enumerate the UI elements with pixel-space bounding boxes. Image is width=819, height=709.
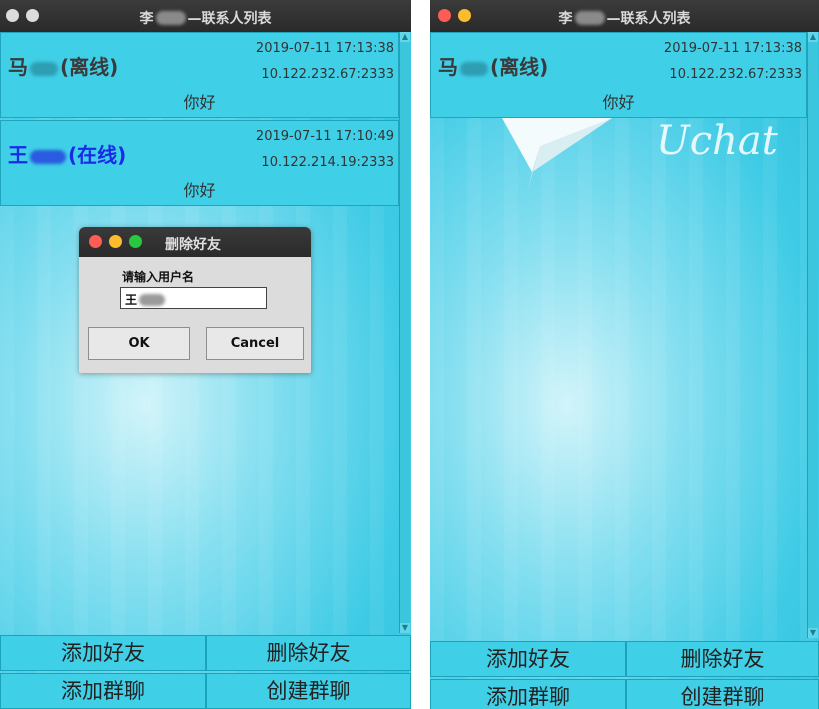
contact-item[interactable]: 马 (离线) 2019-07-11 17:13:38 10.122.232.67:… [0, 32, 399, 118]
contact-list-area: Uchat 马 (离线) 2019-07-11 17:13:38 10.122.2… [430, 32, 819, 709]
scrollbar[interactable]: ▲ ▼ [807, 32, 818, 638]
username-label: 请输入用户名 [122, 270, 195, 284]
scroll-down-icon[interactable]: ▼ [808, 628, 818, 638]
uchat-logo: Uchat [656, 118, 778, 164]
contact-list-window-left: 李 —联系人列表 马 (离线) 2019-07-11 17:13:38 10.122… [0, 0, 411, 709]
redacted-name [139, 294, 166, 306]
contact-time: 2019-07-11 17:10:49 [255, 129, 394, 144]
contact-ip: 10.122.232.67:2333 [261, 67, 394, 82]
contact-status: (离线) [490, 55, 549, 79]
contact-name: 马 (离线) [8, 51, 118, 80]
contact-name: 王 (在线) [8, 139, 126, 168]
title-suffix: —联系人列表 [187, 11, 272, 27]
contact-list-window-right: 李 —联系人列表 Uchat 马 (离线) 2019-07-11 17:13:38 … [430, 0, 819, 709]
contact-name-text: 马 [8, 55, 28, 79]
username-input-value: 王 [125, 293, 138, 307]
contact-item[interactable]: 马 (离线) 2019-07-11 17:13:38 10.122.232.67:… [430, 32, 807, 118]
redacted-name [30, 150, 66, 164]
scroll-up-icon[interactable]: ▲ [808, 32, 818, 42]
add-group-button[interactable]: 添加群聊 [0, 673, 206, 709]
add-friend-button[interactable]: 添加好友 [0, 635, 206, 671]
add-group-button[interactable]: 添加群聊 [430, 679, 626, 709]
window-titlebar: 李 —联系人列表 [430, 0, 819, 32]
dialog-title: 删除好友 [165, 237, 221, 253]
contact-name-text: 马 [438, 55, 458, 79]
zoom-icon[interactable] [129, 235, 142, 248]
scroll-down-icon[interactable]: ▼ [400, 623, 410, 633]
contact-time: 2019-07-11 17:13:38 [255, 41, 394, 56]
cancel-button[interactable]: Cancel [206, 327, 304, 360]
add-friend-button[interactable]: 添加好友 [430, 641, 626, 677]
redacted-name [30, 62, 58, 76]
contact-ip: 10.122.232.67:2333 [669, 67, 802, 82]
window-titlebar: 李 —联系人列表 [0, 0, 411, 32]
contact-status: (在线) [68, 143, 127, 167]
ok-button[interactable]: OK [88, 327, 190, 360]
contact-last-message: 你好 [183, 93, 216, 112]
contact-ip: 10.122.214.19:2333 [261, 155, 394, 170]
minimize-icon[interactable] [109, 235, 122, 248]
contact-status: (离线) [60, 55, 119, 79]
paper-plane-icon [502, 118, 612, 190]
dialog-titlebar: 删除好友 [79, 227, 311, 257]
title-prefix: 李 [139, 11, 154, 27]
contact-last-message: 你好 [602, 93, 635, 112]
contact-last-message: 你好 [183, 181, 216, 200]
scroll-up-icon[interactable]: ▲ [400, 32, 410, 42]
redacted-name [574, 11, 605, 25]
contact-item[interactable]: 王 (在线) 2019-07-11 17:10:49 10.122.214.19:… [0, 120, 399, 206]
title-suffix: —联系人列表 [606, 11, 691, 27]
create-group-button[interactable]: 创建群聊 [206, 673, 411, 709]
window-title: 李 —联系人列表 [0, 8, 411, 28]
create-group-button[interactable]: 创建群聊 [626, 679, 819, 709]
delete-friend-button[interactable]: 删除好友 [626, 641, 819, 677]
close-icon[interactable] [89, 235, 102, 248]
contact-time: 2019-07-11 17:13:38 [663, 41, 802, 56]
contact-name-text: 王 [8, 143, 28, 167]
title-prefix: 李 [558, 11, 573, 27]
delete-friend-button[interactable]: 删除好友 [206, 635, 411, 671]
redacted-name [460, 62, 488, 76]
delete-friend-dialog: 删除好友 请输入用户名 王 OK Cancel [79, 227, 311, 373]
window-title: 李 —联系人列表 [430, 8, 819, 28]
username-input[interactable]: 王 [120, 287, 267, 309]
redacted-name [155, 11, 186, 25]
contact-name: 马 (离线) [438, 51, 548, 80]
scrollbar[interactable]: ▲ ▼ [399, 32, 410, 633]
